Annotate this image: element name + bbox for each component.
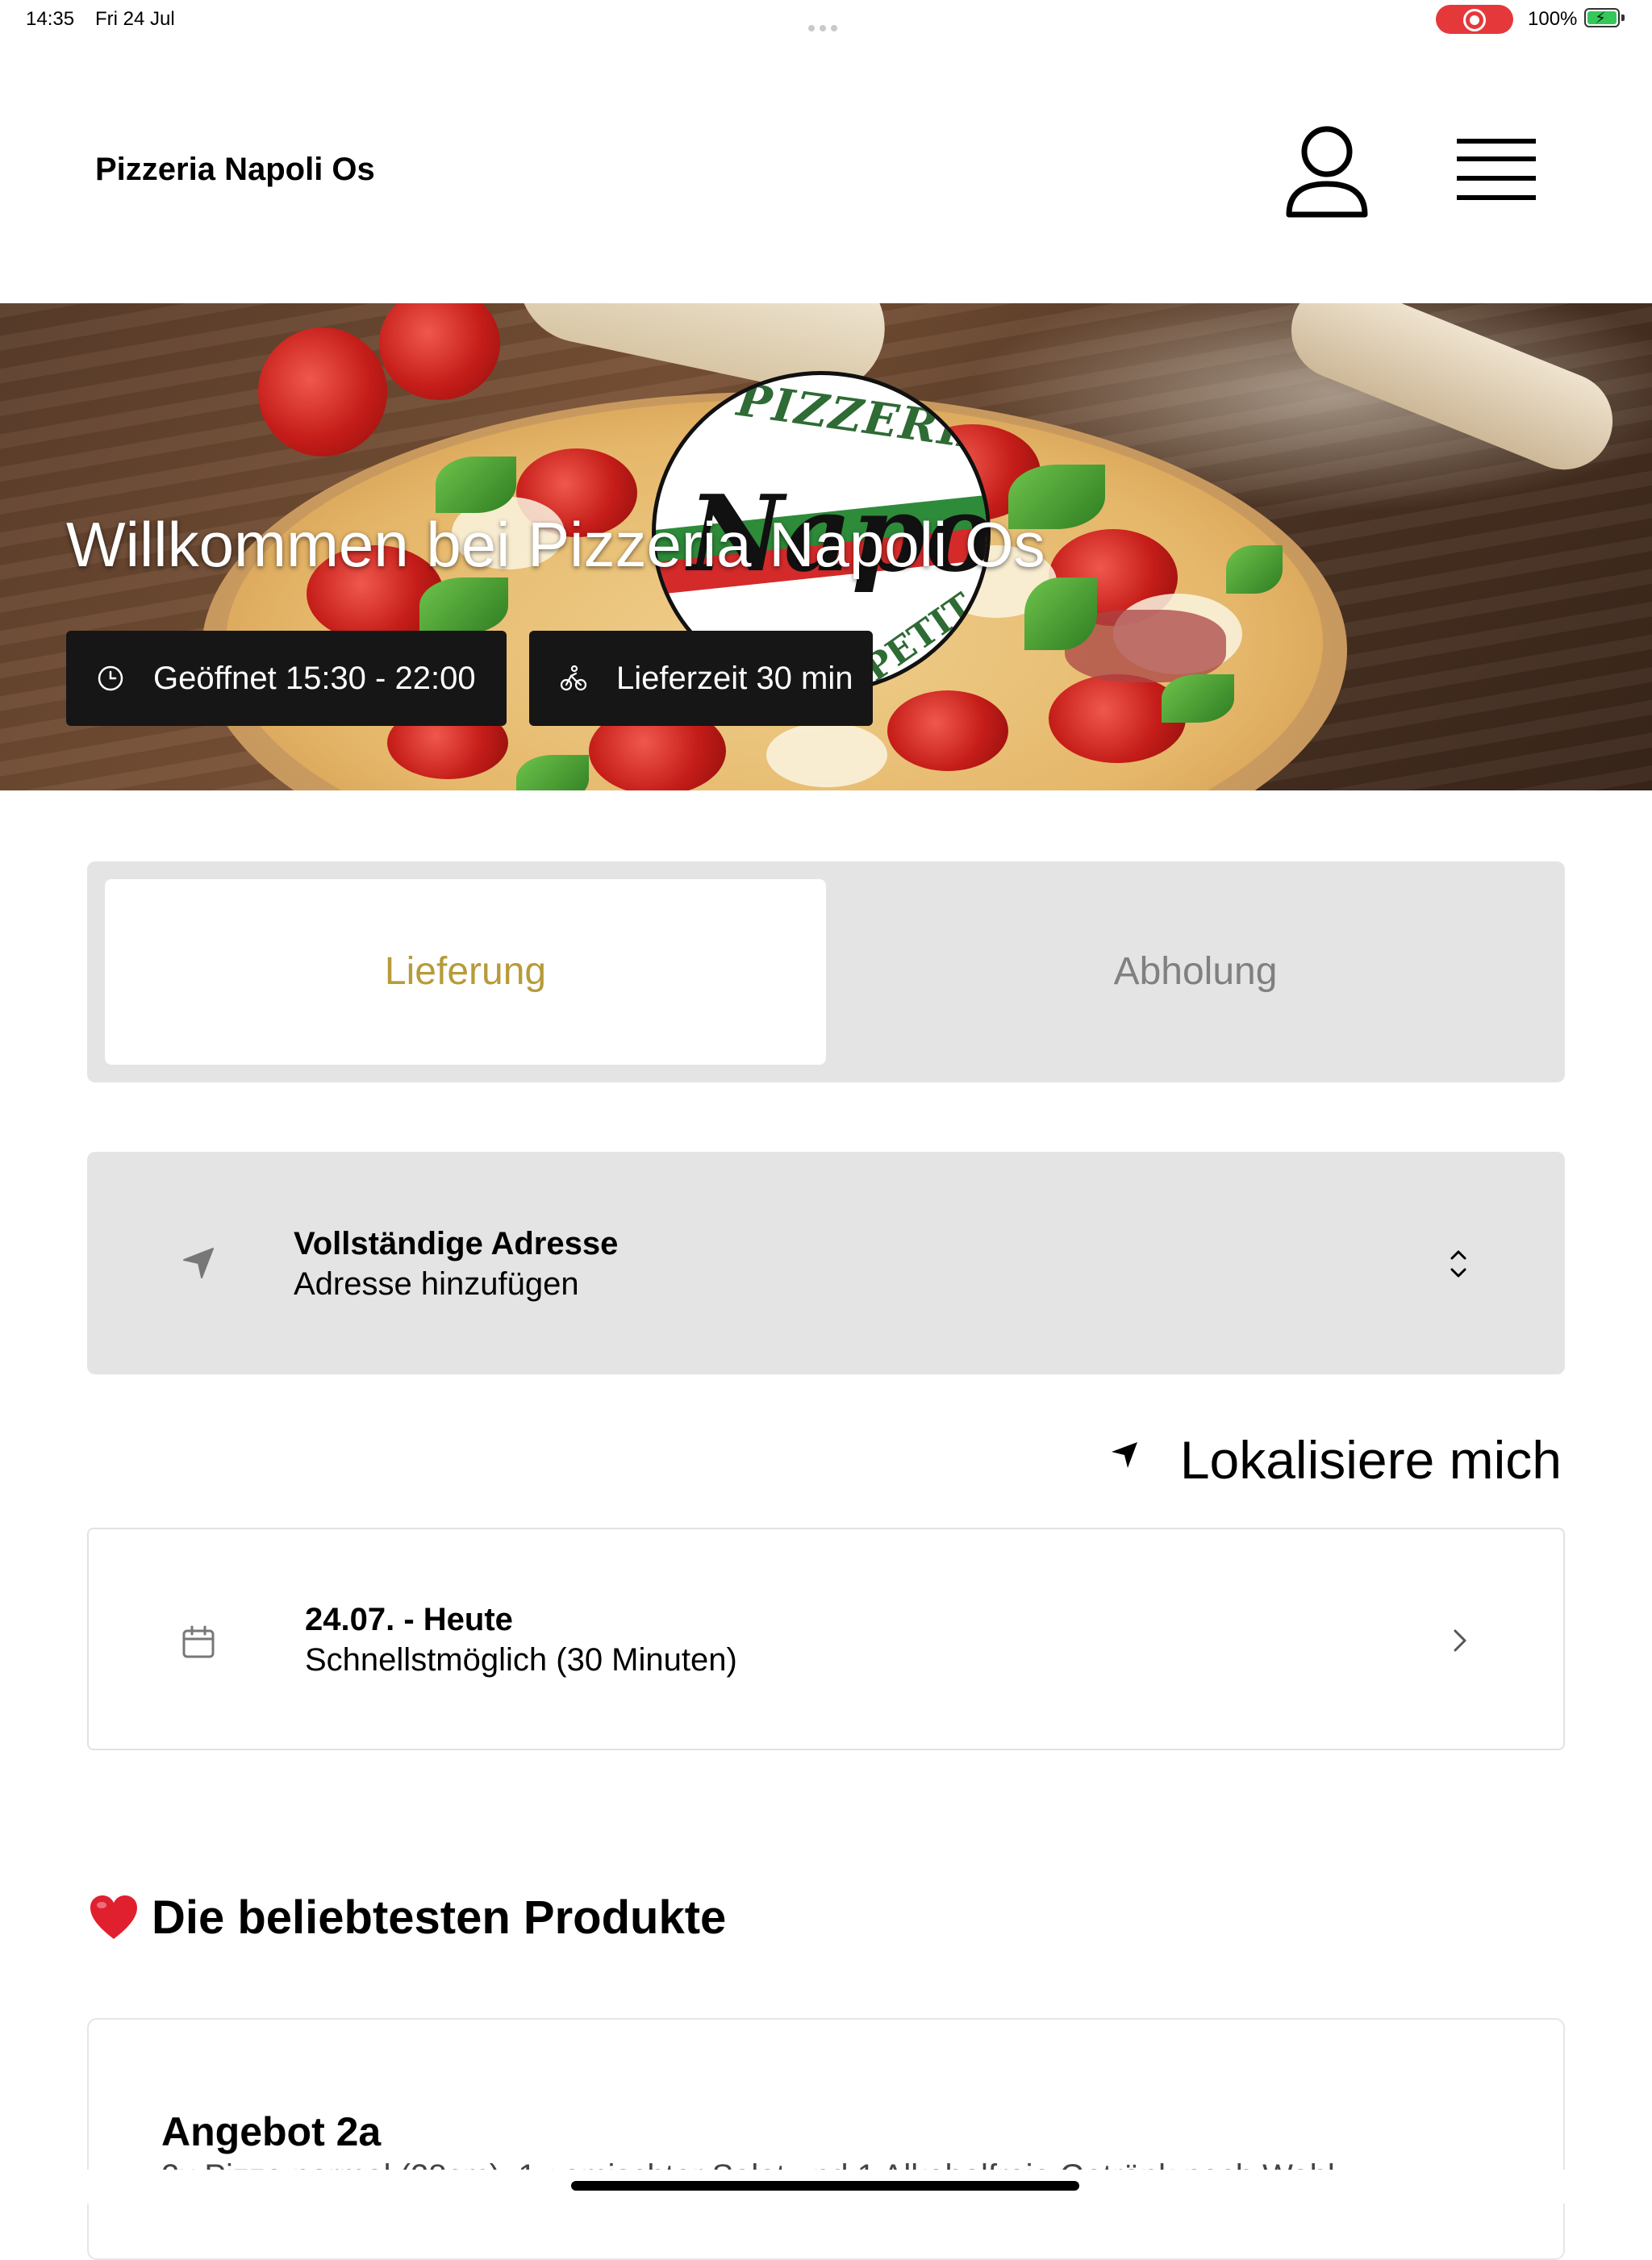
chevron-right-icon — [1454, 1629, 1466, 1652]
status-bar: 14:35 Fri 24 Jul 100% ⚡ — [0, 0, 1652, 39]
tomato-image — [258, 327, 387, 457]
tab-pickup[interactable]: Abholung — [842, 879, 1549, 1065]
menu-button[interactable] — [1457, 136, 1537, 203]
status-date: Fri 24 Jul — [95, 8, 175, 30]
order-type-segmented-control: Lieferung Abholung — [87, 861, 1565, 1082]
popular-products-title: Die beliebtesten Produkte — [152, 1891, 727, 1944]
chevron-up-down-icon — [1450, 1250, 1466, 1278]
navigation-arrow-icon — [183, 1248, 214, 1278]
battery-percentage: 100% — [1528, 8, 1578, 30]
delivery-time-text: Lieferzeit 30 min — [616, 661, 853, 696]
person-icon — [1286, 126, 1368, 218]
calendar-icon — [182, 1625, 215, 1658]
product-card[interactable]: Angebot 2a 2x Pizza normal (28cm), 1 gem… — [87, 2018, 1565, 2260]
bicycle-courier-icon — [560, 665, 587, 691]
screen-record-icon[interactable] — [1436, 5, 1513, 34]
locate-me-label: Lokalisiere mich — [1179, 1430, 1562, 1490]
opening-hours-chip: Geöffnet 15:30 - 22:00 — [66, 631, 507, 726]
account-button[interactable] — [1283, 124, 1371, 221]
delivery-time-option: Schnellstmöglich (30 Minuten) — [305, 1642, 737, 1678]
product-title: Angebot 2a — [161, 2109, 382, 2154]
delivery-time-selector[interactable]: 24.07. - Heute Schnellstmöglich (30 Minu… — [87, 1528, 1565, 1750]
tab-delivery[interactable]: Lieferung — [105, 879, 826, 1065]
heart-icon — [90, 1895, 137, 1939]
welcome-title: Willkommen bei Pizzeria Napoli Os — [66, 509, 1045, 580]
app-title[interactable]: Pizzeria Napoli Os — [95, 152, 375, 188]
clock-icon — [98, 665, 123, 691]
multitasking-dots-icon[interactable] — [808, 15, 844, 31]
status-time: 14:35 — [26, 8, 75, 30]
locate-me-button[interactable]: Lokalisiere mich — [1097, 1420, 1565, 1492]
delivery-time-chip: Lieferzeit 30 min — [529, 631, 873, 726]
address-selector[interactable]: Vollständige Adresse Adresse hinzufügen — [87, 1152, 1565, 1374]
opening-hours-text: Geöffnet 15:30 - 22:00 — [153, 661, 476, 696]
delivery-date: 24.07. - Heute — [305, 1602, 513, 1637]
address-placeholder: Adresse hinzufügen — [294, 1266, 579, 1302]
home-indicator[interactable] — [571, 2181, 1079, 2191]
address-label: Vollständige Adresse — [294, 1226, 619, 1261]
location-arrow-icon — [1112, 1442, 1137, 1468]
battery-icon: ⚡ — [1584, 8, 1625, 27]
